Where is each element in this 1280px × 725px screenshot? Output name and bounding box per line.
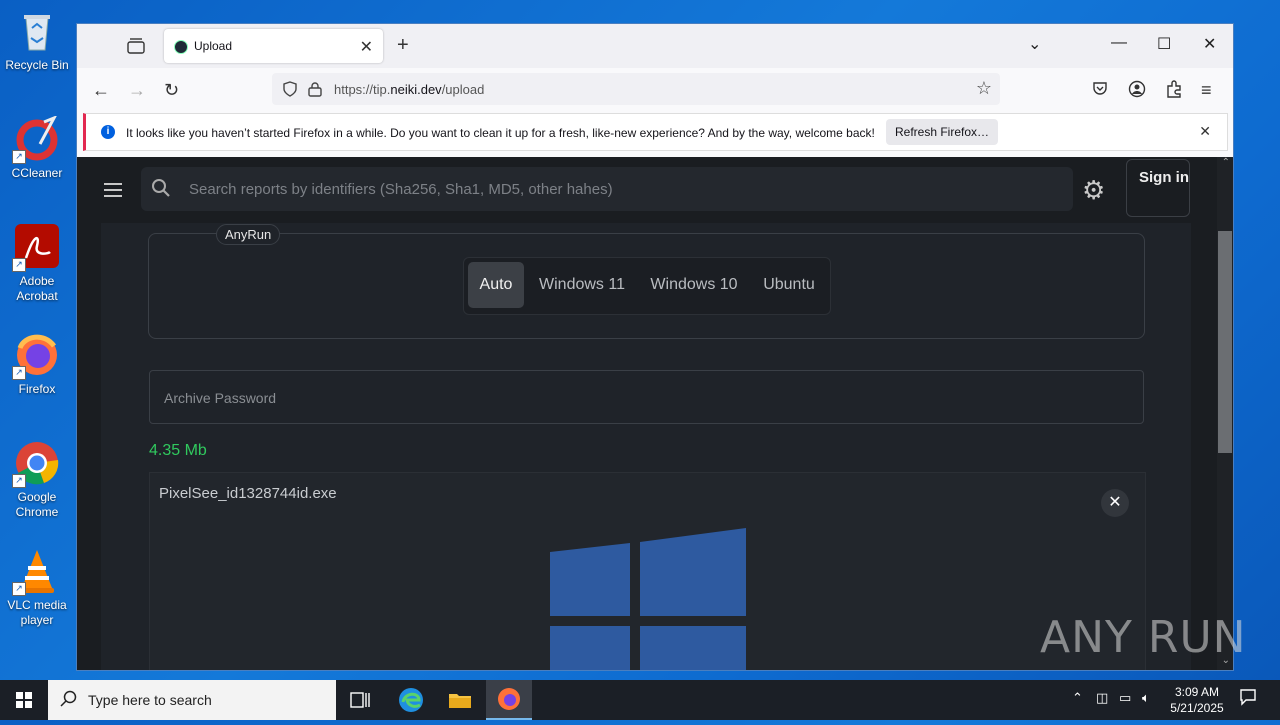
meet-now-icon[interactable]: ◫ [1096,690,1108,706]
list-all-tabs-icon[interactable]: ⌄ [1028,34,1041,54]
browser-window: Upload ✕ + ⌄ — ☐ ✕ ← → ↻ https://tip.nei… [77,24,1233,670]
os-option-windows-11[interactable]: Windows 11 [532,262,632,308]
desktop-icon-label: Adobe Acrobat [16,274,58,303]
task-view-icon[interactable] [346,686,374,714]
shortcut-arrow-icon: ↗ [12,474,26,488]
ccleaner-icon: ↗ [12,115,60,164]
tab-bar: Upload ✕ + ⌄ — ☐ ✕ [77,24,1233,68]
anyrun-label: AnyRun [216,224,281,245]
close-notification-icon[interactable]: ✕ [1199,123,1211,140]
firefox-icon [498,688,520,710]
taskbar: Type here to search ⌃ ◫ ▭ 🔈︎ 3:09 AM 5/2… [0,680,1280,720]
close-window-icon[interactable]: ✕ [1203,34,1216,54]
recycle-bin-icon [14,8,60,54]
search-icon [60,690,78,713]
desktop-icon-firefox[interactable]: ↗ Firefox [0,332,74,397]
search-placeholder: Search reports by identifiers (Sha256, S… [189,181,613,198]
vlc-icon: ↗ [12,548,60,596]
url-text[interactable]: https://tip.neiki.dev/upload [334,82,484,97]
new-tab-icon[interactable]: + [397,34,409,57]
minimize-icon[interactable]: — [1111,34,1127,52]
shortcut-arrow-icon: ↗ [12,582,26,596]
edge-icon[interactable] [397,686,425,714]
os-option-auto[interactable]: Auto [468,262,524,308]
tab-upload[interactable]: Upload ✕ [164,29,383,63]
reload-icon[interactable]: ↻ [164,80,179,101]
taskbar-search[interactable]: Type here to search [48,680,336,720]
notifications-icon[interactable] [1239,688,1257,709]
desktop-icon-label: CCleaner [11,166,63,180]
google-chrome-icon: ↗ [12,440,60,488]
url-bar[interactable]: https://tip.neiki.dev/upload ☆ [272,73,1000,105]
taskbar-firefox-button[interactable] [486,680,532,720]
anyrun-watermark: ANY RUN [1040,612,1247,663]
firefox-refresh-notification: i It looks like you haven’t started Fire… [83,113,1228,151]
shortcut-arrow-icon: ↗ [12,366,26,380]
forward-icon[interactable]: → [128,80,146,101]
scroll-up-icon[interactable]: ⌃ [1222,157,1230,168]
pocket-icon[interactable] [1092,80,1108,100]
tab-title: Upload [194,39,233,53]
maximize-icon[interactable]: ☐ [1157,34,1171,54]
page-scrollbar[interactable]: ⌃ ⌄ [1217,157,1233,670]
extensions-icon[interactable] [1165,80,1183,103]
file-card: PixelSee_id1328744id.exe ✕ [149,472,1146,670]
account-icon[interactable] [1128,80,1146,103]
shortcut-arrow-icon: ↗ [12,150,26,164]
taskbar-search-placeholder: Type here to search [88,692,212,708]
volume-icon[interactable]: 🔈︎ [1142,690,1150,706]
sign-in-button[interactable]: Sign in [1126,159,1190,217]
bookmark-star-icon[interactable]: ☆ [976,78,992,99]
firefox-icon: ↗ [12,332,60,380]
network-icon[interactable]: ▭ [1119,690,1131,706]
app-header: Search reports by identifiers (Sha256, S… [77,157,1217,223]
back-icon[interactable]: ← [92,80,110,101]
os-selector: Auto Windows 11 Windows 10 Ubuntu [463,257,831,315]
remove-file-icon[interactable]: ✕ [1101,489,1129,517]
desktop-icon-label: VLC media player [7,598,67,627]
clock-date: 5/21/2025 [1170,701,1224,715]
desktop-icon-recycle-bin[interactable]: Recycle Bin [0,8,74,73]
notification-message: It looks like you haven’t started Firefo… [126,126,875,140]
page-content: Search reports by identifiers (Sha256, S… [77,157,1233,670]
info-icon: i [101,125,115,139]
password-placeholder: Archive Password [164,390,277,406]
anyrun-options-box: AnyRun Auto Windows 11 Windows 10 Ubuntu [148,224,1145,339]
scrollbar-thumb[interactable] [1218,231,1232,453]
search-icon [151,178,171,203]
desktop-icon-vlc[interactable]: ↗ VLC media player [0,548,74,628]
close-tab-icon[interactable]: ✕ [360,37,373,57]
nav-bar: ← → ↻ https://tip.neiki.dev/upload ☆ ≡ [77,68,1233,112]
archive-password-input[interactable]: Archive Password [149,370,1144,424]
windows-start-icon [16,692,32,708]
tracking-protection-icon[interactable] [282,81,298,97]
settings-gear-icon[interactable]: ⚙ [1082,175,1105,206]
site-favicon-icon [174,40,188,54]
desktop-icon-label: Firefox [18,382,56,396]
menu-icon[interactable]: ≡ [1201,80,1212,101]
desktop-icon-ccleaner[interactable]: ↗ CCleaner [0,115,74,181]
tab-list-icon[interactable] [127,38,145,54]
windows-logo-icon [550,528,746,670]
os-option-windows-10[interactable]: Windows 10 [642,262,746,308]
lock-icon[interactable] [308,81,322,97]
refresh-firefox-button[interactable]: Refresh Firefox… [886,119,998,145]
system-clock[interactable]: 3:09 AM 5/21/2025 [1165,684,1229,716]
clock-time: 3:09 AM [1174,685,1220,699]
shortcut-arrow-icon: ↗ [12,258,26,272]
os-option-ubuntu[interactable]: Ubuntu [754,262,824,308]
show-hidden-icons-icon[interactable]: ⌃ [1072,690,1083,706]
file-size: 4.35 Mb [149,442,207,459]
search-bar[interactable]: Search reports by identifiers (Sha256, S… [141,167,1073,211]
desktop-icon-adobe-acrobat[interactable]: ↗ Adobe Acrobat [0,224,74,304]
adobe-acrobat-icon: ↗ [12,224,60,272]
desktop-icon-google-chrome[interactable]: ↗ Google Chrome [0,440,74,520]
upload-panel: AnyRun Auto Windows 11 Windows 10 Ubuntu… [101,223,1191,670]
start-button[interactable] [0,680,48,720]
file-name: PixelSee_id1328744id.exe [159,485,337,502]
desktop-icon-label: Recycle Bin [5,58,69,72]
desktop-icon-label: Google Chrome [15,490,59,519]
hamburger-menu-icon[interactable] [104,183,122,201]
file-explorer-icon[interactable] [446,686,474,714]
